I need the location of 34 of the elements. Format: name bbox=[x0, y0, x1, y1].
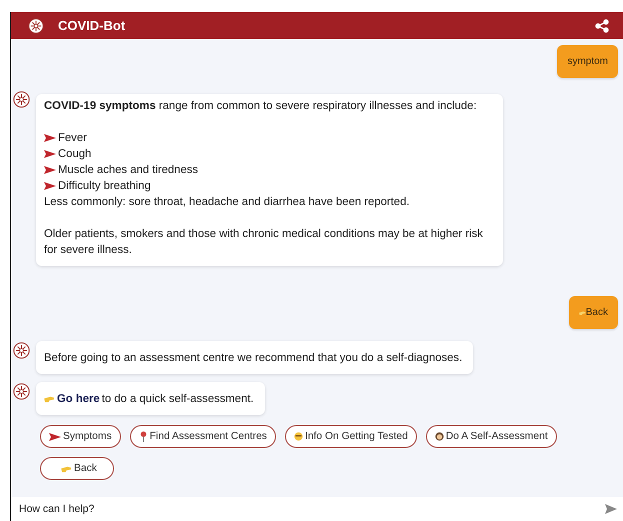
bullet-text: Fever bbox=[58, 131, 87, 146]
go-here-link[interactable]: Go here bbox=[57, 391, 100, 407]
quick-reply-button[interactable]: Symptoms bbox=[40, 425, 121, 448]
bullet-text: Cough bbox=[58, 147, 92, 162]
message-text: COVID-19 symptoms range from common to severe respiratory illnesses and include: bbox=[44, 100, 477, 112]
message-text: Back bbox=[586, 307, 608, 318]
quick-reply-button[interactable]: Back bbox=[40, 457, 114, 480]
pointer-icon bbox=[44, 134, 56, 142]
pin-icon bbox=[138, 431, 148, 442]
message-text: Less commonly: sore throat, headache and diarrhea have been reported. bbox=[44, 196, 410, 208]
bot-avatar-icon bbox=[13, 342, 30, 359]
bullet-text: Difficulty breathing bbox=[58, 179, 151, 194]
app-title: COVID-Bot bbox=[58, 18, 126, 33]
message-text: Older patients, smokers and those with chronic medical conditions may be at higher risk for severe illness. bbox=[44, 228, 483, 256]
message-text: Before going to an assessment centre we recommend that you do a self-diagnoses. bbox=[44, 352, 462, 364]
pointing-hand-icon bbox=[44, 395, 55, 403]
quick-reply-button[interactable]: Do A Self-Assessment bbox=[426, 425, 557, 448]
bot-avatar-icon bbox=[28, 18, 44, 34]
pointer-icon bbox=[44, 150, 56, 158]
message-text: symptom bbox=[567, 56, 608, 67]
bullet-text: Muscle aches and tiredness bbox=[58, 163, 198, 178]
bot-avatar-icon bbox=[13, 91, 30, 108]
share-icon[interactable] bbox=[595, 18, 609, 32]
bot-avatar-icon bbox=[13, 383, 30, 400]
message-field[interactable]: How can I help? bbox=[11, 497, 623, 521]
pointer-icon bbox=[44, 182, 56, 190]
pointing-hand-icon bbox=[61, 464, 72, 472]
quick-reply-button[interactable]: Find Assessment Centres bbox=[130, 425, 276, 448]
message-text: to do a quick self-assessment. bbox=[102, 392, 254, 407]
person-icon bbox=[434, 431, 444, 442]
pointer-icon bbox=[44, 166, 56, 174]
pointer-icon bbox=[49, 432, 61, 440]
quick-reply-button[interactable]: Info On Getting Tested bbox=[284, 425, 417, 448]
send-icon[interactable] bbox=[605, 503, 617, 515]
